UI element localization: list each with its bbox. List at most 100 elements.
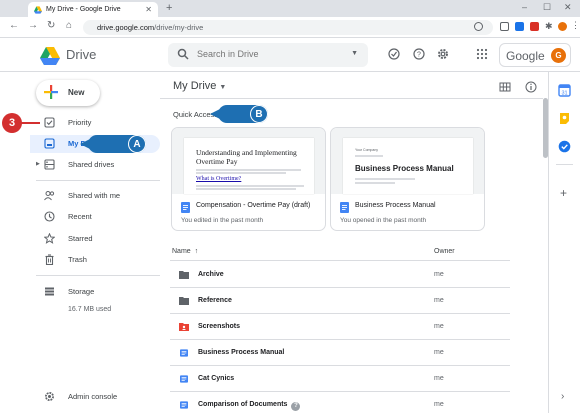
settings-gear-icon[interactable]	[437, 48, 449, 60]
new-button[interactable]: New	[36, 80, 100, 106]
grid-view-icon[interactable]	[499, 81, 511, 93]
browser-tab[interactable]: My Drive - Google Drive ✕	[28, 2, 158, 17]
search-input[interactable]	[197, 49, 337, 59]
card-title: Compensation - Overtime Pay (draft)	[196, 202, 311, 209]
sidebar-divider	[36, 180, 160, 181]
preview-text-line	[196, 169, 301, 171]
forward-icon[interactable]: →	[28, 20, 38, 31]
file-row[interactable]: Reference me	[170, 288, 510, 314]
info-icon[interactable]	[525, 81, 537, 93]
sidebar-item-label: Starred	[68, 234, 93, 243]
file-row[interactable]: Archive me	[170, 262, 510, 288]
preview-link: What is Overtime?	[196, 176, 242, 182]
page-title: My Drive	[173, 80, 217, 92]
sidebar-item-label: Shared with me	[68, 191, 121, 200]
preview-title: Business Process Manual	[355, 164, 454, 173]
shared-folder-icon	[179, 323, 189, 331]
sidebar-item-storage[interactable]: Storage	[36, 283, 160, 301]
shared-badge-icon: ?	[291, 402, 301, 411]
search-icon[interactable]	[177, 48, 189, 60]
card-thumbnail: Understanding and Implementing Overtime …	[172, 128, 325, 194]
quick-access-card[interactable]: Your Company Business Process Manual Bus…	[330, 127, 485, 231]
cast-icon[interactable]	[500, 22, 509, 31]
file-list-header: Name ↑ Owner	[170, 244, 510, 261]
sidebar-item-admin-console[interactable]: Admin console	[36, 388, 160, 406]
menu-kebab-icon[interactable]: ⋮	[571, 20, 580, 31]
quick-access-card[interactable]: Understanding and Implementing Overtime …	[171, 127, 326, 231]
account-badge[interactable]: Google G	[499, 43, 571, 67]
sidebar-item-label: Shared drives	[68, 160, 115, 169]
sidebar-item-recent[interactable]: Recent	[36, 208, 160, 226]
sidebar-item-label: Priority	[68, 118, 92, 127]
admin-gear-icon	[45, 392, 54, 401]
search-options-icon[interactable]: ▼	[351, 50, 358, 57]
check-box-icon	[44, 117, 55, 128]
file-owner: me	[434, 349, 444, 356]
file-name: Comparison of Documents?	[198, 401, 301, 411]
file-name: Archive	[198, 271, 224, 278]
keep-icon[interactable]	[558, 112, 571, 125]
help-icon[interactable]: ?	[413, 48, 425, 60]
new-tab-button[interactable]: +	[166, 2, 172, 14]
maximize-icon[interactable]: ☐	[543, 2, 551, 13]
sidebar-item-shared-drives[interactable]: Shared drives	[36, 156, 160, 174]
step-number-badge: 3	[2, 113, 22, 133]
file-owner: me	[434, 323, 444, 330]
side-panel: 31 + ›	[548, 72, 580, 413]
card-title: Business Process Manual	[355, 202, 436, 209]
chevron-right-icon[interactable]: ›	[561, 391, 564, 402]
install-icon[interactable]	[474, 22, 483, 31]
callout-letter: B	[250, 105, 268, 123]
profile-icon[interactable]	[558, 22, 567, 31]
tasks-icon[interactable]	[558, 140, 571, 153]
apps-grid-icon[interactable]	[476, 48, 488, 60]
sidebar-item-shared-with-me[interactable]: Shared with me	[36, 187, 160, 205]
calendar-icon[interactable]: 31	[558, 84, 571, 97]
sidebar-item-trash[interactable]: Trash	[36, 251, 160, 269]
shared-drives-icon	[44, 159, 55, 170]
step-connector	[20, 122, 40, 124]
new-button-label: New	[68, 88, 85, 97]
extension-icon[interactable]	[530, 22, 539, 31]
sidebar-item-label: Recent	[68, 212, 92, 221]
column-header-owner[interactable]: Owner	[434, 248, 455, 255]
puzzle-icon[interactable]: ✱	[545, 21, 553, 32]
docs-icon	[340, 202, 349, 213]
file-owner: me	[434, 401, 444, 408]
svg-text:31: 31	[561, 91, 567, 97]
home-icon[interactable]: ⌂	[66, 20, 72, 31]
search-box[interactable]: ▼	[168, 43, 368, 67]
sort-arrow-icon[interactable]: ↑	[195, 248, 199, 255]
avatar[interactable]: G	[551, 48, 566, 63]
preview-company: Your Company	[355, 148, 379, 152]
docs-icon	[180, 375, 188, 383]
add-addon-icon[interactable]: +	[560, 186, 567, 200]
preview-text-line	[355, 182, 395, 184]
url-path: /drive/my-drive	[154, 23, 204, 32]
document-preview: Understanding and Implementing Overtime …	[184, 138, 314, 194]
location-dropdown[interactable]: My Drive ▼	[173, 80, 226, 92]
callout-b: B	[210, 105, 268, 123]
file-row[interactable]: Cat Cynics me	[170, 366, 510, 392]
close-tab-icon[interactable]: ✕	[145, 5, 152, 14]
toolbar-divider	[160, 98, 543, 99]
file-row[interactable]: Business Process Manual me	[170, 340, 510, 366]
file-row[interactable]: Screenshots me	[170, 314, 510, 340]
preview-text-line	[196, 185, 304, 187]
close-window-icon[interactable]: ✕	[564, 2, 572, 13]
reload-icon[interactable]: ↻	[47, 20, 55, 31]
sidebar-item-starred[interactable]: Starred	[36, 230, 160, 248]
drive-logo-icon[interactable]	[40, 47, 60, 65]
minimize-icon[interactable]: –	[522, 2, 527, 12]
docs-icon	[180, 401, 188, 409]
sidebar-divider	[36, 275, 160, 276]
url-field[interactable]: drive.google.com/drive/my-drive	[83, 20, 493, 35]
offline-status-icon[interactable]	[388, 48, 400, 60]
sidebar-item-priority[interactable]: Priority	[36, 114, 160, 132]
file-row[interactable]: Comparison of Documents? me	[170, 392, 510, 413]
column-header-name[interactable]: Name ↑	[172, 248, 198, 255]
extension-icon[interactable]	[515, 22, 524, 31]
file-name-text: Comparison of Documents	[198, 401, 288, 408]
app-name: Drive	[66, 47, 97, 62]
back-icon[interactable]: ←	[9, 20, 19, 31]
